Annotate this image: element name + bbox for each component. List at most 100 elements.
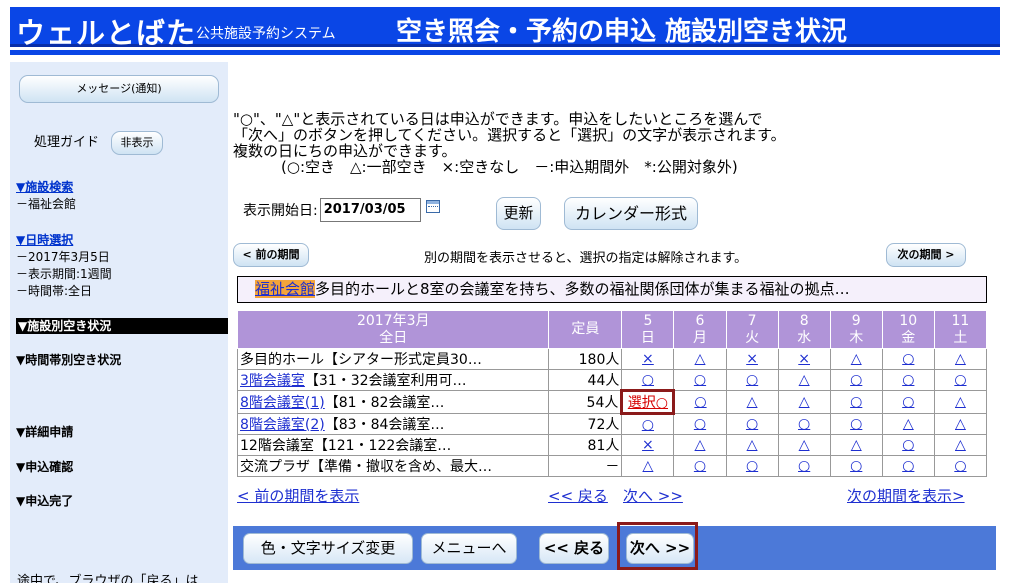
slot-cell[interactable]: △ — [881, 413, 935, 435]
room-name: 交流プラザ【準備・撤収を含め、最大… — [236, 455, 550, 477]
slot-cell[interactable]: △ — [777, 434, 831, 456]
slot-cell[interactable]: × — [621, 348, 675, 370]
slot-cell[interactable]: ○ — [621, 413, 675, 435]
slot-cell[interactable]: △ — [673, 434, 727, 456]
slot-cell[interactable]: × — [777, 348, 831, 370]
slot-cell[interactable]: ○ — [673, 413, 727, 435]
prev-period-link[interactable]: < 前の期間を表示 — [237, 485, 359, 506]
room-capacity: － — [548, 455, 623, 477]
step-complete: ▼申込完了 — [16, 494, 74, 508]
room-link[interactable]: 8階会議室(2) — [240, 417, 325, 433]
table-row: 多目的ホール【シアター形式定員30… 180人 × △ × × △ ○ △ — [236, 348, 988, 370]
period-note: 別の期間を表示させると、選択の指定は解除されます。 — [424, 251, 748, 266]
sidebar-footer-note: 途中で、ブラウザの「戻る」は — [17, 574, 199, 583]
slot-cell[interactable]: ○ — [673, 390, 727, 414]
slot-cell[interactable]: ○ — [725, 413, 779, 435]
next-period-link[interactable]: 次の期間を表示> — [847, 485, 965, 506]
slot-cell[interactable]: △ — [777, 369, 831, 391]
slot-cell[interactable]: ○ — [725, 455, 779, 477]
slot-cell[interactable]: △ — [933, 348, 988, 370]
slot-cell[interactable]: ○ — [881, 369, 935, 391]
slot-cell[interactable]: ○ — [829, 455, 883, 477]
slot-cell[interactable]: ○ — [621, 369, 675, 391]
header-month: 2017年3月 — [356, 312, 430, 329]
table-header-row: 2017年3月 全日 定員 5日 6月 7火 8水 9木 10 金 11 土 — [236, 310, 988, 349]
facility-info: 福祉会館多目的ホールと8室の会議室を持ち、多数の福祉関係団体が集まる福祉の拠点… — [237, 276, 987, 303]
slot-cell[interactable]: △ — [673, 348, 727, 370]
slot-cell[interactable]: △ — [829, 434, 883, 456]
slot-cell[interactable]: ○ — [725, 369, 779, 391]
slot-cell[interactable]: ○ — [881, 390, 935, 414]
slot-cell[interactable]: ○ — [881, 348, 935, 370]
slot-cell[interactable]: ○ — [777, 455, 831, 477]
step-current: ▼施設別空き状況 — [16, 318, 228, 334]
slot-cell[interactable]: △ — [777, 390, 831, 414]
slot-cell[interactable]: ○ — [881, 434, 935, 456]
guide-hide-button[interactable]: 非表示 — [111, 131, 163, 155]
slot-cell[interactable]: △ — [621, 455, 675, 477]
start-date-row: 表示開始日: 2017/03/05 — [243, 198, 440, 222]
bottom-toolbar: 色・文字サイズ変更 メニューへ << 戻る 次へ >> — [233, 526, 996, 570]
table-row: 8階会議室(1)【81・82会議室… 54人 選択○ ○ △ △ ○ ○ △ — [236, 389, 988, 415]
header-day: 5日 — [621, 310, 675, 349]
menu-button[interactable]: メニューへ — [421, 533, 517, 564]
header-day: 8水 — [777, 310, 831, 349]
slot-cell[interactable]: ○ — [933, 369, 988, 391]
facility-name-link[interactable]: 福祉会館 — [255, 280, 316, 298]
slot-cell[interactable]: △ — [725, 434, 779, 456]
room-name: 12階会議室【121・122会議室… — [236, 434, 550, 456]
symbol-legend: (○:空き △:一部空き ×:空きなし －:申込期間外 *:公開対象外) — [281, 158, 738, 176]
calendar-icon[interactable] — [425, 199, 440, 213]
slot-cell[interactable]: △ — [933, 413, 988, 435]
header-capacity: 定員 — [548, 310, 623, 349]
room-name: 8階会議室(2)【83・84会議室… — [236, 413, 550, 435]
instructions: "○"、"△"と表示されている日は申込ができます。申込をしたいところを選んで 「… — [233, 111, 786, 175]
calendar-view-button[interactable]: カレンダー形式 — [564, 197, 698, 230]
facility-search-value: －福祉会館 — [16, 197, 77, 211]
back-link[interactable]: << 戻る — [548, 485, 608, 506]
header-day: 7火 — [725, 310, 779, 349]
slot-cell[interactable]: × — [621, 434, 675, 456]
slot-cell[interactable]: △ — [829, 348, 883, 370]
room-link[interactable]: 8階会議室(1) — [240, 395, 325, 411]
date-line: －時間帯:全日 — [16, 284, 93, 298]
slot-cell-selected[interactable]: 選択○ — [620, 389, 676, 415]
step-date-select: ▼日時選択 －2017年3月5日 －表示期間:1週間 －時間帯:全日 — [16, 232, 112, 300]
slot-cell[interactable]: ○ — [933, 455, 988, 477]
update-button[interactable]: 更新 — [496, 197, 541, 230]
slot-cell[interactable]: ○ — [881, 455, 935, 477]
date-line: －表示期間:1週間 — [16, 267, 112, 281]
date-select-link[interactable]: ▼日時選択 — [16, 233, 73, 247]
slot-cell[interactable]: ○ — [829, 413, 883, 435]
slot-cell[interactable]: × — [725, 348, 779, 370]
slot-cell[interactable]: ○ — [829, 390, 883, 414]
slot-cell[interactable]: ○ — [829, 369, 883, 391]
room-name: 8階会議室(1)【81・82会議室… — [236, 390, 550, 414]
next-period-button[interactable]: 次の期間 > — [886, 243, 966, 267]
facility-search-link[interactable]: ▼施設検索 — [16, 180, 73, 194]
slot-cell[interactable]: ○ — [777, 413, 831, 435]
table-row: 交流プラザ【準備・撤収を含め、最大… － △ ○ ○ ○ ○ ○ ○ — [236, 455, 988, 477]
start-date-input[interactable]: 2017/03/05 — [319, 198, 421, 222]
guide-label: 処理ガイド — [34, 135, 100, 150]
system-name: 公共施設予約システム — [196, 26, 336, 42]
slot-cell[interactable]: ○ — [673, 369, 727, 391]
header-date: 2017年3月 全日 — [236, 310, 550, 349]
slot-cell[interactable]: △ — [933, 434, 988, 456]
header-time: 全日 — [379, 329, 408, 346]
back-button[interactable]: << 戻る — [539, 533, 609, 564]
sidebar: メッセージ(通知) 処理ガイド 非表示 ▼施設検索 －福祉会館 ▼日時選択 －2… — [10, 62, 228, 583]
color-size-button[interactable]: 色・文字サイズ変更 — [243, 533, 413, 564]
slot-cell[interactable]: △ — [725, 390, 779, 414]
room-capacity: 54人 — [548, 390, 623, 414]
table-row: 12階会議室【121・122会議室… 81人 × △ △ △ △ ○ △ — [236, 434, 988, 456]
slot-cell[interactable]: △ — [933, 390, 988, 414]
message-button[interactable]: メッセージ(通知) — [19, 75, 219, 103]
slot-cell[interactable]: ○ — [673, 455, 727, 477]
next-link[interactable]: 次へ >> — [623, 485, 683, 506]
header-day: 10 金 — [881, 310, 935, 349]
header-day: 6月 — [673, 310, 727, 349]
prev-period-button[interactable]: < 前の期間 — [233, 243, 309, 267]
room-link[interactable]: 3階会議室 — [240, 373, 305, 389]
availability-table: 2017年3月 全日 定員 5日 6月 7火 8水 9木 10 金 11 土 多目的… — [236, 310, 988, 477]
